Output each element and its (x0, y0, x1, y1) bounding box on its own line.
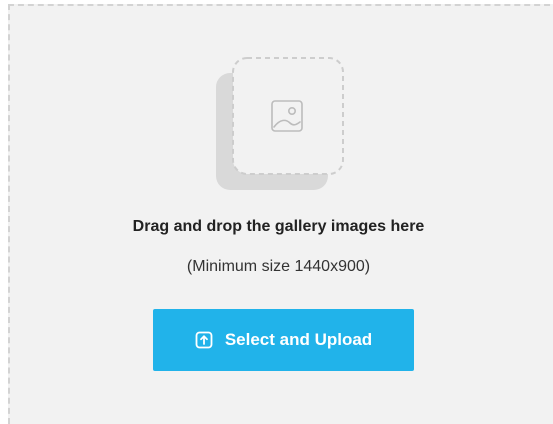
upload-button-label: Select and Upload (224, 330, 373, 349)
gallery-illustration (208, 55, 348, 195)
dropzone-subheading: (Minimum size 1440x900) (186, 258, 371, 275)
dropzone-heading: Drag and drop the gallery images here (132, 218, 425, 235)
select-and-upload-button[interactable]: Select and Upload (153, 309, 414, 371)
image-dropzone[interactable]: Drag and drop the gallery images here (M… (8, 4, 553, 424)
upload-icon (195, 331, 213, 349)
